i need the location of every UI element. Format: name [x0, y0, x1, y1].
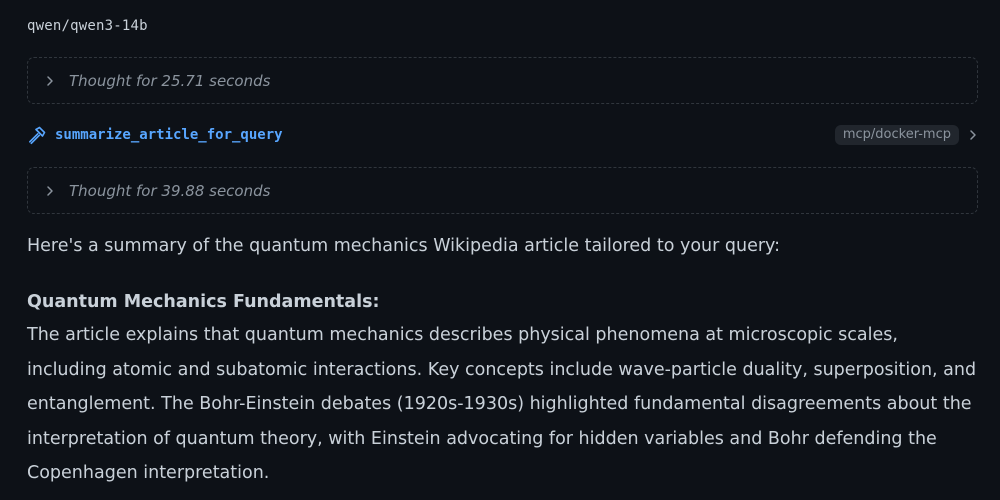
answer-heading: Quantum Mechanics Fundamentals: [27, 292, 380, 312]
thought-block[interactable]: Thought for 25.71 seconds [27, 57, 978, 104]
tool-call-row[interactable]: summarize_article_for_query mcp/docker-m… [27, 122, 980, 148]
thought-label: Thought for 25.71 seconds [69, 71, 271, 90]
tool-source-badge: mcp/docker-mcp [834, 125, 959, 145]
answer-intro: Here's a summary of the quantum mechanic… [27, 236, 781, 256]
tool-name: summarize_article_for_query [55, 127, 283, 143]
hammer-icon [27, 125, 47, 145]
chevron-right-icon[interactable] [968, 129, 978, 141]
model-name: qwen/qwen3-14b [27, 18, 148, 34]
answer-body: The article explains that quantum mechan… [27, 325, 977, 483]
chevron-right-icon [33, 75, 67, 87]
chat-message: qwen/qwen3-14b Thought for 25.71 seconds… [0, 0, 1000, 500]
assistant-answer: Here's a summary of the quantum mechanic… [27, 230, 977, 491]
thought-block[interactable]: Thought for 39.88 seconds [27, 167, 978, 214]
thought-label: Thought for 39.88 seconds [69, 181, 271, 200]
chevron-right-icon [33, 185, 67, 197]
